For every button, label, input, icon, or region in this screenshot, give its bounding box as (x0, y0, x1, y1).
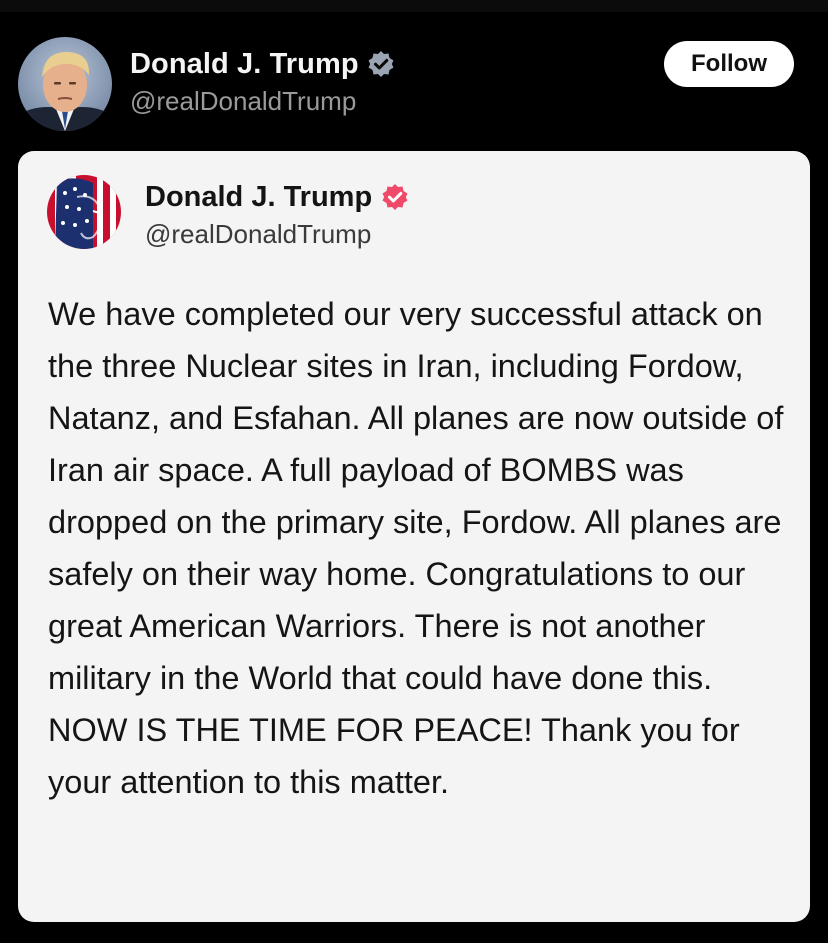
verified-badge-icon (367, 50, 395, 78)
embedded-author-handle[interactable]: @realDonaldTrump (145, 219, 409, 250)
embedded-author-name[interactable]: Donald J. Trump (145, 181, 372, 214)
post-body-text: We have completed our very successful at… (48, 296, 784, 800)
embedded-author-avatar[interactable] (47, 175, 121, 249)
flag-portrait-avatar-image (47, 175, 121, 249)
portrait-avatar-image (18, 37, 112, 131)
follow-button[interactable]: Follow (664, 41, 794, 87)
embedded-author-name-row: Donald J. Trump (145, 179, 409, 215)
verified-badge-icon (381, 183, 409, 211)
author-name[interactable]: Donald J. Trump (130, 48, 359, 81)
author-handle[interactable]: @realDonaldTrump (130, 86, 395, 117)
author-info: Donald J. Trump @realDonaldTrump (130, 44, 395, 117)
top-strip (0, 0, 828, 12)
author-avatar[interactable] (18, 37, 112, 131)
embedded-author-info: Donald J. Trump @realDonaldTrump (145, 179, 409, 250)
embedded-post-card[interactable]: Donald J. Trump @realDonaldTrump We have… (18, 151, 810, 922)
author-name-row: Donald J. Trump (130, 44, 395, 84)
